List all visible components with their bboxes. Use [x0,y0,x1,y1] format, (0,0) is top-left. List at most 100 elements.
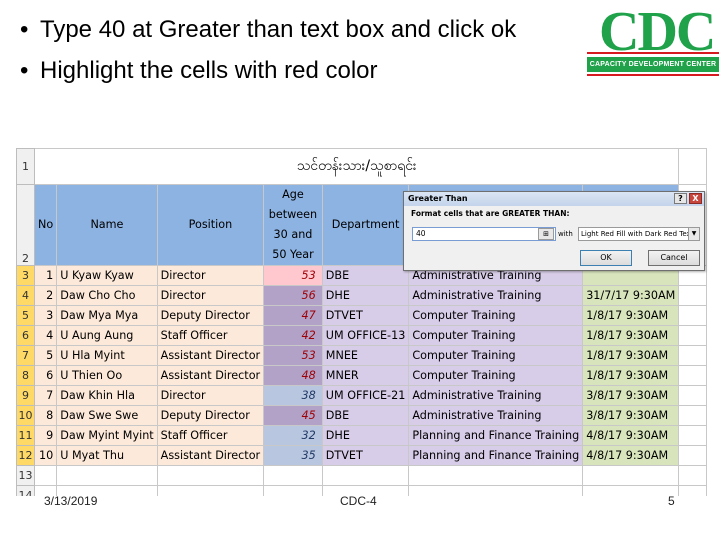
cell-name[interactable]: Daw Cho Cho [56,285,158,306]
cell-course[interactable]: Computer Training [408,305,584,326]
row-header[interactable]: 3 [16,265,35,286]
cell-date[interactable]: 4/8/17 9:30AM [582,425,680,446]
cell[interactable] [33,465,58,486]
range-select-icon[interactable]: ⊞ [538,228,554,240]
sheet-title-cell[interactable]: သင်တန်းသား/သူစာရင်း [33,148,680,185]
cell-name[interactable]: U Aung Aung [56,325,158,346]
cell[interactable] [678,365,707,386]
cell-department[interactable]: DTVET [321,445,410,466]
cell[interactable] [678,305,707,326]
cell-department[interactable]: DHE [321,425,410,446]
cell-age[interactable]: 48 [263,365,323,386]
cell-position[interactable]: Deputy Director [156,405,265,426]
cell[interactable] [156,465,265,486]
cell-age[interactable]: 53 [263,265,323,286]
cell-name[interactable]: Daw Mya Mya [56,305,158,326]
cancel-button[interactable]: Cancel [648,250,700,266]
cell[interactable] [156,485,265,496]
cell[interactable] [582,465,680,486]
cell-age[interactable]: 56 [263,285,323,306]
cell-course[interactable]: Administrative Training [408,385,584,406]
row-header[interactable]: 8 [16,365,35,386]
cell[interactable] [321,465,410,486]
row-header[interactable]: 9 [16,385,35,406]
cell-date[interactable]: 3/8/17 9:30AM [582,385,680,406]
cell-age[interactable]: 42 [263,325,323,346]
cell[interactable] [678,405,707,426]
cell-name[interactable]: U Hla Myint [56,345,158,366]
cell-date[interactable]: 1/8/17 9:30AM [582,365,680,386]
cell-name[interactable]: U Myat Thu [56,445,158,466]
cell[interactable] [678,345,707,366]
cell[interactable] [678,425,707,446]
cell[interactable] [263,485,323,496]
cell-no[interactable]: 4 [33,325,58,346]
cell-course[interactable]: Computer Training [408,365,584,386]
cell-department[interactable]: MNER [321,365,410,386]
row-header[interactable]: 5 [16,305,35,326]
cell-course[interactable]: Planning and Finance Training [408,425,584,446]
cell-date[interactable]: 4/8/17 9:30AM [582,445,680,466]
cell-age[interactable]: 47 [263,305,323,326]
cell[interactable] [263,465,323,486]
cell-position[interactable]: Assistant Director [156,445,265,466]
row-header[interactable]: 1 [16,148,35,185]
cell-age[interactable]: 35 [263,445,323,466]
cell-department[interactable]: UM OFFICE-13 [321,325,410,346]
row-header[interactable]: 7 [16,345,35,366]
cell-name[interactable]: Daw Swe Swe [56,405,158,426]
cell-no[interactable]: 3 [33,305,58,326]
header-no[interactable]: No [33,184,58,266]
cell-date[interactable]: 1/8/17 9:30AM [582,325,680,346]
cell[interactable] [678,325,707,346]
cell[interactable] [408,485,584,496]
cell[interactable] [678,485,707,496]
cell-course[interactable]: Computer Training [408,325,584,346]
row-header[interactable]: 10 [16,405,35,426]
cell-position[interactable]: Deputy Director [156,305,265,326]
cell-position[interactable]: Staff Officer [156,425,265,446]
cell-position[interactable]: Assistant Director [156,365,265,386]
cell-position[interactable]: Director [156,385,265,406]
greater-than-value-input[interactable]: 40 [412,227,556,241]
format-style-select[interactable]: Light Red Fill with Dark Red Text ▼ [578,227,700,241]
cell[interactable] [56,465,158,486]
cell-no[interactable]: 6 [33,365,58,386]
cell-department[interactable]: MNEE [321,345,410,366]
cell-age[interactable]: 53 [263,345,323,366]
cell-course[interactable]: Administrative Training [408,405,584,426]
close-button[interactable]: X [689,193,702,204]
row-header[interactable]: 11 [16,425,35,446]
cell[interactable] [678,465,707,486]
chevron-down-icon[interactable]: ▼ [688,228,699,240]
header-name[interactable]: Name [56,184,158,266]
ok-button[interactable]: OK [580,250,632,266]
dialog-title-bar[interactable]: Greater Than ? X [404,192,704,206]
cell-no[interactable]: 7 [33,385,58,406]
cell[interactable] [582,485,680,496]
row-header[interactable]: 14 [16,485,35,496]
cell-name[interactable]: U Kyaw Kyaw [56,265,158,286]
cell-course[interactable]: Computer Training [408,345,584,366]
row-header[interactable]: 13 [16,465,35,486]
cell-course[interactable]: Administrative Training [408,285,584,306]
cell-no[interactable]: 5 [33,345,58,366]
cell-position[interactable]: Director [156,285,265,306]
cell[interactable] [408,465,584,486]
cell-department[interactable]: DBE [321,265,410,286]
cell[interactable] [678,285,707,306]
cell-department[interactable]: DTVET [321,305,410,326]
cell-date[interactable]: 1/8/17 9:30AM [582,305,680,326]
cell-course[interactable]: Planning and Finance Training [408,445,584,466]
cell-age[interactable]: 45 [263,405,323,426]
header-position[interactable]: Position [156,184,265,266]
cell-position[interactable]: Director [156,265,265,286]
cell[interactable] [678,445,707,466]
cell-name[interactable]: Daw Myint Myint [56,425,158,446]
row-header[interactable]: 12 [16,445,35,466]
cell-department[interactable]: UM OFFICE-21 [321,385,410,406]
cell-position[interactable]: Assistant Director [156,345,265,366]
header-department[interactable]: Department [321,184,410,266]
cell-name[interactable]: U Thien Oo [56,365,158,386]
cell-no[interactable]: 10 [33,445,58,466]
